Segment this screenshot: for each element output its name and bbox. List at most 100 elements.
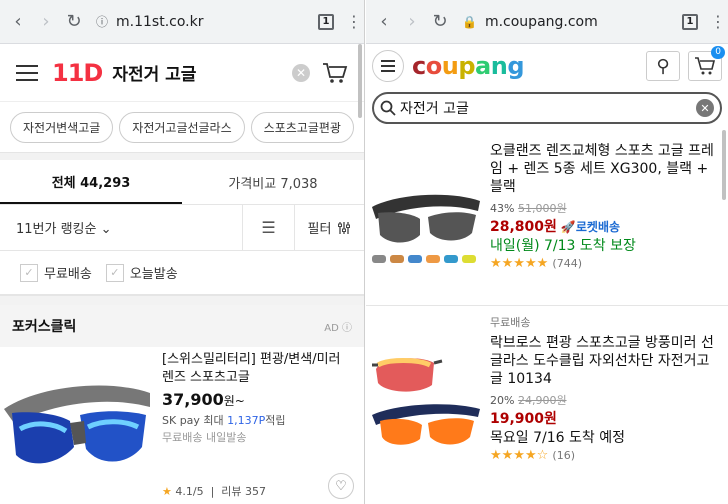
scrollbar[interactable]	[358, 44, 362, 118]
sk-pay-suffix: 적립	[265, 414, 286, 427]
search-input[interactable]: 자전거 고글 ✕	[372, 92, 722, 124]
right-browser-window: ‹ › ↻ 🔒 m.coupang.com 1 ⋮ coupang ⚲ 0 자전…	[366, 0, 728, 504]
forward-icon[interactable]: ›	[36, 11, 56, 32]
tab-all[interactable]: 전체 44,293	[0, 160, 182, 204]
product-card[interactable]: 무료배송 락브로스 편광 스포츠고글 방풍미러 선글라스 도수클립 자외선차단 …	[366, 306, 728, 476]
site-header: 11D 자전거 고글 ✕	[0, 44, 364, 102]
info-icon[interactable]: ⓘ	[96, 13, 108, 30]
cart-icon[interactable]	[322, 61, 348, 85]
cart-icon	[695, 57, 716, 75]
search-icon	[380, 100, 396, 116]
logo-letter: p	[458, 52, 476, 80]
sk-pay-points: SK pay 최대 1,137P적립	[162, 412, 352, 429]
keyword-chip[interactable]: 스포츠고글편광	[250, 111, 354, 143]
forward-icon[interactable]: ›	[402, 11, 422, 32]
check-icon: ✓	[20, 263, 38, 282]
checkbox-label: 오늘발송	[129, 267, 178, 282]
product-price: 28,800원	[490, 219, 557, 235]
keyword-chip[interactable]: 자전거변색고글	[10, 111, 114, 143]
price-value: 37,900	[162, 390, 224, 409]
address-bar[interactable]: ⓘ m.11st.co.kr	[92, 13, 312, 30]
review-count: (16)	[552, 449, 576, 462]
url-text: m.coupang.com	[484, 13, 598, 30]
logo-letter: c	[412, 52, 426, 80]
menu-kebab-icon[interactable]: ⋮	[710, 12, 726, 31]
price-unit: 원~	[223, 394, 245, 408]
focus-click-header: 포커스클릭 AD ⓘ	[0, 305, 364, 347]
clear-icon[interactable]: ✕	[292, 63, 310, 82]
tab-count-button[interactable]: 1	[318, 13, 334, 30]
keyword-chip[interactable]: 자전거고글선글라스	[119, 111, 245, 143]
menu-kebab-icon[interactable]: ⋮	[346, 12, 362, 31]
info-icon: ⓘ	[342, 322, 352, 334]
product-price: 19,900원	[490, 411, 557, 427]
review-count: (744)	[552, 257, 583, 270]
rocket-label: 로켓배송	[575, 220, 621, 234]
product-card[interactable]: [스위스밀리터리] 편광/변색/미러 렌즈 스포츠고글 37,900원~ SK …	[0, 347, 364, 504]
hamburger-icon[interactable]	[372, 50, 404, 82]
rating-stars: ★★★★☆ (16)	[490, 447, 722, 465]
related-keyword-chips: 자전거변색고글 자전거고글선글라스 스포츠고글편광	[0, 102, 364, 152]
goggles-product-image[interactable]	[0, 351, 156, 504]
11st-logo[interactable]: 11D	[52, 59, 103, 87]
goggles-set-image	[372, 194, 480, 263]
clear-icon[interactable]: ✕	[696, 99, 714, 117]
browser-toolbar: ‹ › ↻ ⓘ m.11st.co.kr 1 ⋮	[0, 0, 364, 44]
tab-count-button[interactable]: 1	[682, 13, 698, 30]
product-info: [스위스밀리터리] 편광/변색/미러 렌즈 스포츠고글 37,900원~ SK …	[156, 351, 352, 504]
reload-icon[interactable]: ↻	[64, 11, 84, 32]
search-query: 자전거 고글	[400, 101, 469, 117]
checkbox-label: 무료배송	[44, 267, 92, 282]
reload-icon[interactable]: ↻	[430, 11, 450, 32]
hamburger-icon[interactable]	[16, 64, 38, 81]
product-name[interactable]: 오클랜즈 렌즈교체형 스포츠 고글 프레임 + 렌즈 5종 세트 XG300, …	[490, 142, 722, 196]
price-row: 28,800원 🚀로켓배송	[490, 218, 722, 237]
result-tabs: 전체 44,293 가격비교 7,038	[0, 160, 364, 205]
section-title: 포커스클릭	[12, 319, 77, 335]
product-image[interactable]	[366, 314, 486, 476]
search-icon[interactable]: ⚲	[646, 51, 680, 81]
delivery-info: 목요일 7/16 도착 예정	[490, 430, 625, 446]
star-icons: ★★★★★	[490, 256, 549, 271]
filter-icon	[338, 221, 351, 234]
list-view-icon[interactable]: ☰	[242, 204, 294, 251]
star-icons: ★★★★☆	[490, 448, 549, 463]
today-ship-checkbox[interactable]: ✓ 오늘발송	[105, 263, 178, 282]
logo-letter: o	[425, 52, 443, 80]
discount-row: 43% 51,000원	[490, 200, 722, 218]
scrollbar[interactable]	[722, 130, 726, 200]
shipping-info: 무료배송 내일발송	[162, 431, 247, 444]
free-shipping-label: 무료배송	[490, 316, 531, 329]
search-query[interactable]: 자전거 고글	[112, 60, 292, 85]
coupang-logo[interactable]: coupang	[412, 52, 638, 80]
original-price: 51,000원	[517, 202, 567, 215]
cart-count-badge: 0	[711, 46, 725, 59]
site-header: coupang ⚲ 0	[366, 44, 728, 88]
tab-price-compare[interactable]: 가격비교 7,038	[182, 160, 364, 204]
product-name[interactable]: [스위스밀리터리] 편광/변색/미러 렌즈 스포츠고글	[162, 351, 352, 387]
heart-icon[interactable]: ♡	[328, 473, 354, 499]
product-name[interactable]: 락브로스 편광 스포츠고글 방풍미러 선글라스 도수클립 자외선차단 자전거고글…	[490, 334, 722, 388]
ad-badge[interactable]: AD ⓘ	[324, 319, 352, 334]
logo-letter: n	[490, 52, 508, 80]
left-browser-window: ‹ › ↻ ⓘ m.11st.co.kr 1 ⋮ 11D 자전거 고글 ✕ 자전…	[0, 0, 365, 504]
filter-button[interactable]: 필터	[294, 204, 364, 251]
rocket-icon: 🚀	[560, 220, 576, 234]
rating-value: 4.1	[175, 485, 193, 498]
star-icon: ★	[162, 485, 172, 498]
product-price: 37,900원~	[162, 391, 352, 410]
back-icon[interactable]: ‹	[374, 11, 394, 32]
back-icon[interactable]: ‹	[8, 11, 28, 32]
check-icon: ✓	[105, 263, 124, 282]
url-text: m.11st.co.kr	[116, 13, 204, 30]
cart-button[interactable]: 0	[688, 46, 725, 81]
section-divider	[0, 295, 364, 305]
quick-filters: ✓ 무료배송 ✓ 오늘발송	[0, 251, 364, 295]
address-bar[interactable]: 🔒 m.coupang.com	[458, 14, 676, 30]
free-shipping-checkbox[interactable]: ✓ 무료배송	[20, 263, 92, 282]
sort-dropdown[interactable]: 11번가 랭킹순 ⌄	[0, 218, 242, 237]
product-image[interactable]	[366, 142, 486, 305]
product-card[interactable]: 오클랜즈 렌즈교체형 스포츠 고글 프레임 + 렌즈 5종 세트 XG300, …	[366, 134, 728, 306]
rating-stars: ★★★★★ (744)	[490, 255, 722, 273]
